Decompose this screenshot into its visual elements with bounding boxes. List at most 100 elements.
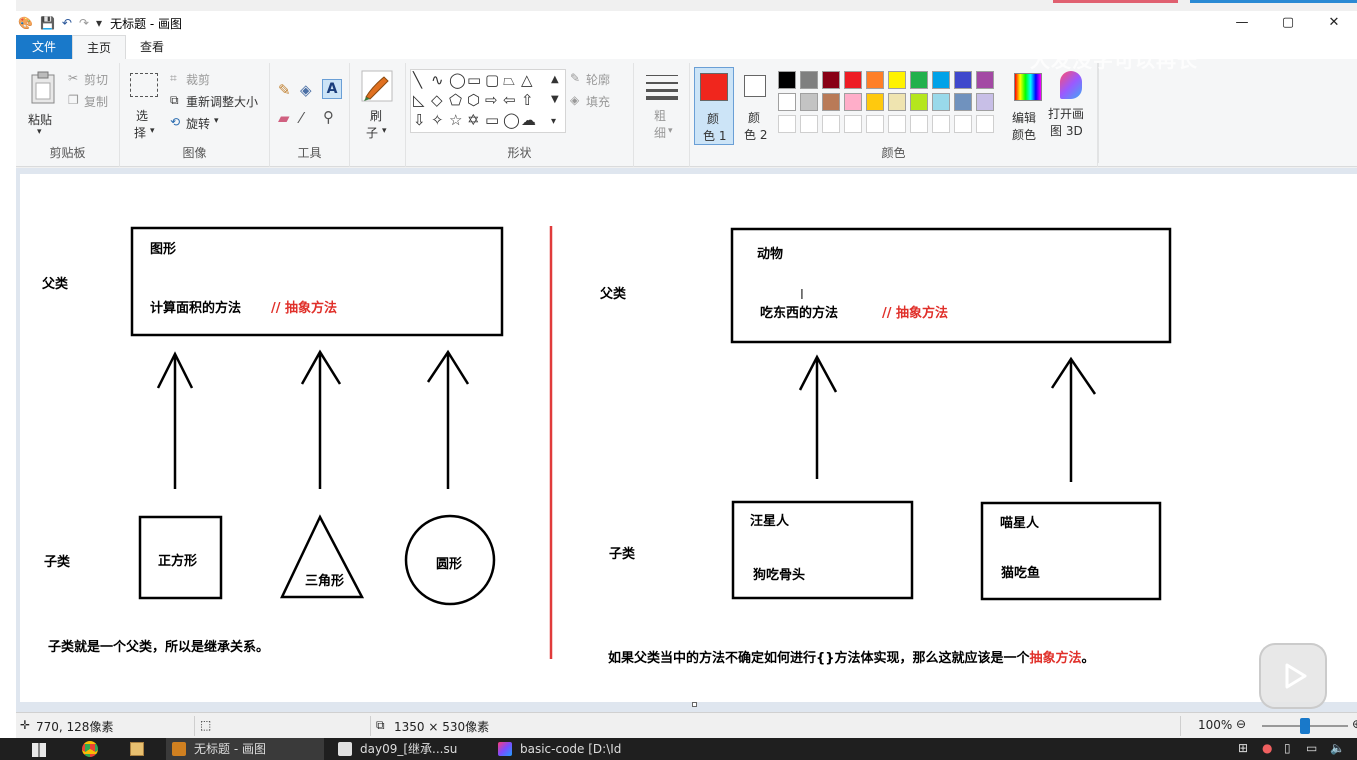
brush-button[interactable]: 刷 子 ▾ bbox=[358, 67, 398, 141]
gallery-more-icon[interactable]: ▾ bbox=[551, 114, 556, 130]
tray-app-icon[interactable]: ● bbox=[1262, 741, 1272, 755]
hexagon-shape-icon[interactable]: ⬡ bbox=[467, 92, 480, 108]
customize-qa-icon[interactable]: ▾ bbox=[96, 16, 102, 30]
close-button[interactable]: ✕ bbox=[1311, 11, 1357, 35]
triangle-shape-icon[interactable]: △ bbox=[521, 72, 533, 88]
palette-swatch[interactable] bbox=[844, 93, 862, 111]
chrome-icon[interactable] bbox=[82, 741, 98, 757]
resize-button[interactable]: ⧉ 重新调整大小 bbox=[170, 93, 266, 111]
polygon-shape-icon[interactable]: ⏢ bbox=[503, 72, 515, 88]
palette-swatch[interactable] bbox=[910, 93, 928, 111]
magnifier-icon[interactable]: ⚲ bbox=[323, 108, 334, 126]
redo-icon[interactable]: ↷ bbox=[79, 16, 89, 30]
six-point-star-shape-icon[interactable]: ✡ bbox=[467, 112, 480, 128]
left-arrow-shape-icon[interactable]: ⇦ bbox=[503, 92, 516, 108]
palette-swatch[interactable] bbox=[888, 71, 906, 89]
curve-shape-icon[interactable]: ∿ bbox=[431, 72, 444, 88]
palette-swatch[interactable] bbox=[954, 71, 972, 89]
palette-swatch[interactable] bbox=[778, 71, 796, 89]
custom-palette-slot[interactable] bbox=[866, 115, 884, 133]
palette-swatch[interactable] bbox=[932, 93, 950, 111]
drawing-canvas[interactable]: 父类 图形 计算面积的方法 // 抽象方法 子类 正方形 三角形 圆形 子类就是… bbox=[20, 174, 1357, 702]
tab-file[interactable]: 文件 bbox=[16, 35, 73, 59]
palette-swatch[interactable] bbox=[866, 71, 884, 89]
pencil-icon[interactable]: ✎ bbox=[278, 81, 291, 99]
maximize-button[interactable]: ▢ bbox=[1265, 11, 1311, 35]
notepad-icon[interactable] bbox=[130, 742, 144, 756]
fill-button[interactable]: ◈ 填充 bbox=[570, 93, 630, 111]
custom-palette-slot[interactable] bbox=[778, 115, 796, 133]
tab-home[interactable]: 主页 bbox=[72, 35, 127, 59]
save-icon[interactable]: 💾 bbox=[40, 16, 55, 30]
right-arrow-shape-icon[interactable]: ⇨ bbox=[485, 92, 498, 108]
gallery-up-icon[interactable]: ▲ bbox=[551, 72, 559, 88]
eraser-icon[interactable]: ▰ bbox=[278, 109, 290, 127]
rotate-button[interactable]: ⟲ 旋转 ▾ bbox=[170, 115, 240, 133]
zoom-slider-thumb[interactable] bbox=[1300, 718, 1310, 734]
color2-button[interactable]: 颜 色 2 bbox=[736, 67, 776, 145]
palette-swatch[interactable] bbox=[910, 71, 928, 89]
text-tool-button[interactable]: A bbox=[322, 79, 342, 99]
taskbar-paint[interactable]: 无标题 - 画图 bbox=[166, 738, 324, 760]
palette-swatch[interactable] bbox=[844, 71, 862, 89]
color-picker-icon[interactable]: ⁄ bbox=[300, 109, 303, 127]
palette-swatch[interactable] bbox=[976, 71, 994, 89]
up-arrow-shape-icon[interactable]: ⇧ bbox=[521, 92, 534, 108]
fill-bucket-icon[interactable]: ◈ bbox=[300, 81, 312, 99]
copy-button[interactable]: ❐ 复制 bbox=[68, 93, 118, 111]
minimize-button[interactable]: — bbox=[1219, 11, 1265, 35]
rectangle-shape-icon[interactable]: ▭ bbox=[467, 72, 481, 88]
palette-swatch[interactable] bbox=[822, 93, 840, 111]
size-button[interactable]: 粗 细 ▾ bbox=[640, 67, 684, 141]
custom-palette-slot[interactable] bbox=[800, 115, 818, 133]
cloud-callout-shape-icon[interactable]: ☁ bbox=[521, 112, 536, 128]
canvas-resize-handle[interactable] bbox=[692, 702, 697, 707]
cut-button[interactable]: ✂ 剪切 bbox=[68, 71, 118, 89]
zoom-slider[interactable] bbox=[1262, 718, 1348, 734]
rounded-rect-shape-icon[interactable]: ▢ bbox=[485, 72, 499, 88]
down-arrow-shape-icon[interactable]: ⇩ bbox=[413, 112, 426, 128]
custom-palette-slot[interactable] bbox=[954, 115, 972, 133]
paste-button[interactable]: 粘贴 ▾ bbox=[24, 67, 60, 139]
palette-swatch[interactable] bbox=[932, 71, 950, 89]
custom-palette-slot[interactable] bbox=[844, 115, 862, 133]
palette-swatch[interactable] bbox=[888, 93, 906, 111]
oval-callout-shape-icon[interactable]: ◯ bbox=[503, 112, 520, 128]
right-triangle-shape-icon[interactable]: ◺ bbox=[413, 92, 425, 108]
tray-network-icon[interactable]: ▭ bbox=[1306, 741, 1317, 755]
select-button[interactable]: 选 择 ▾ bbox=[126, 67, 162, 141]
palette-swatch[interactable] bbox=[800, 93, 818, 111]
paint-app-icon[interactable]: 🎨 bbox=[18, 16, 33, 30]
edit-colors-button[interactable]: 编辑 颜色 bbox=[1006, 67, 1050, 145]
rect-callout-shape-icon[interactable]: ▭ bbox=[485, 112, 499, 128]
windows-start-icon[interactable] bbox=[32, 743, 46, 757]
five-point-star-shape-icon[interactable]: ☆ bbox=[449, 112, 462, 128]
palette-swatch[interactable] bbox=[976, 93, 994, 111]
custom-palette-slot[interactable] bbox=[822, 115, 840, 133]
taskbar-idea[interactable]: basic-code [D:\Id bbox=[492, 738, 652, 760]
tray-grid-icon[interactable]: ⊞ bbox=[1238, 741, 1248, 755]
zoom-in-button[interactable]: ⊕ bbox=[1352, 717, 1357, 731]
tray-volume-icon[interactable]: 🔈 bbox=[1330, 741, 1345, 755]
palette-swatch[interactable] bbox=[800, 71, 818, 89]
custom-palette-slot[interactable] bbox=[888, 115, 906, 133]
zoom-out-button[interactable]: ⊖ bbox=[1236, 717, 1246, 731]
oval-shape-icon[interactable]: ◯ bbox=[449, 72, 466, 88]
outline-button[interactable]: ✎ 轮廓 bbox=[570, 71, 630, 89]
palette-swatch[interactable] bbox=[822, 71, 840, 89]
pentagon-shape-icon[interactable]: ⬠ bbox=[449, 92, 462, 108]
undo-icon[interactable]: ↶ bbox=[62, 16, 72, 30]
line-shape-icon[interactable]: ╲ bbox=[413, 72, 422, 88]
shapes-gallery[interactable]: ╲ ∿ ◯ ▭ ▢ ⏢ △ ◺ ◇ ⬠ ⬡ ⇨ ⇦ ⇧ ⇩ ✧ ☆ ✡ ▭ ◯ bbox=[410, 69, 566, 133]
custom-palette-slot[interactable] bbox=[910, 115, 928, 133]
palette-swatch[interactable] bbox=[954, 93, 972, 111]
color1-button[interactable]: 颜 色 1 bbox=[694, 67, 734, 145]
diamond-shape-icon[interactable]: ◇ bbox=[431, 92, 443, 108]
taskbar-editor[interactable]: day09_[继承...su bbox=[332, 738, 488, 760]
custom-palette-slot[interactable] bbox=[932, 115, 950, 133]
four-point-star-shape-icon[interactable]: ✧ bbox=[431, 112, 444, 128]
custom-palette-slot[interactable] bbox=[976, 115, 994, 133]
video-play-button[interactable] bbox=[1259, 643, 1327, 709]
gallery-down-icon[interactable]: ▼ bbox=[551, 92, 559, 108]
open-paint3d-button[interactable]: 打开画 图 3D bbox=[1048, 67, 1094, 145]
